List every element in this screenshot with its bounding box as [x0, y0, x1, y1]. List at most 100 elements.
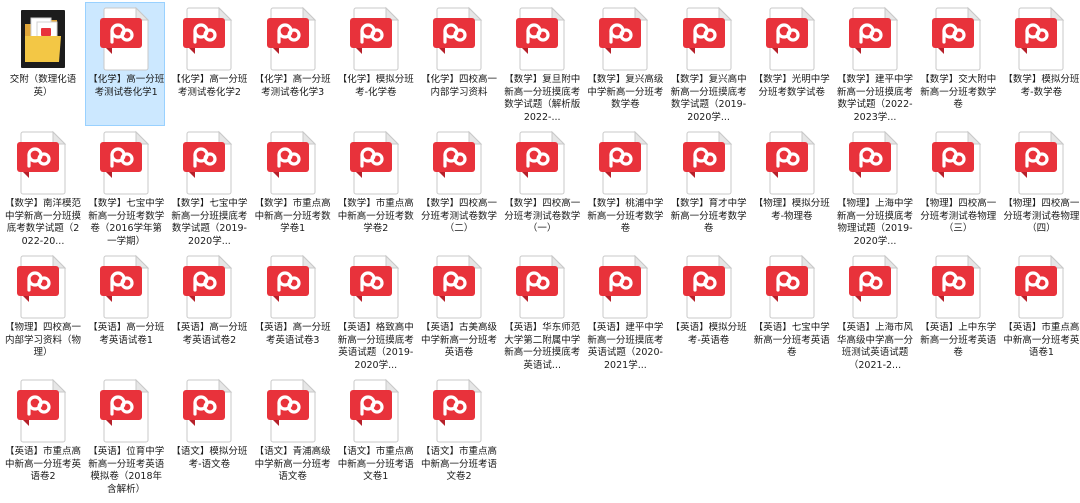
file-item[interactable]: 【数学】复兴高级中学新高一分班考数学卷	[584, 2, 664, 126]
file-item[interactable]: 【物理】模拟分班考-物理卷	[751, 126, 831, 250]
folder-item[interactable]: 交附（数理化语英）	[2, 2, 82, 126]
file-item[interactable]: 【英语】建平中学新高一分班摸底考英语试题（2020-2021学...	[584, 250, 664, 374]
file-item[interactable]: 【英语】华东师范大学第二附属中学新高一分班摸底考英语试...	[501, 250, 581, 374]
file-item[interactable]: 【数学】光明中学分班考数学试卷	[751, 2, 831, 126]
item-label: 【语文】模拟分班考-语文卷	[171, 446, 248, 470]
item-icon	[681, 130, 737, 196]
file-item[interactable]: 【数学】市重点高中新高一分班考数学卷2	[335, 126, 415, 250]
pdf-file-icon	[1015, 254, 1065, 319]
file-item[interactable]: 【数学】复兴高中新高一分班摸底考数学试题（2019-2020学...	[668, 2, 748, 126]
item-label: 交附（数理化语英）	[9, 74, 77, 98]
item-icon	[597, 6, 653, 72]
file-item[interactable]: 【数学】市重点高中新高一分班考数学卷1	[252, 126, 332, 250]
file-item[interactable]: 【英语】高一分班考英语试卷3	[252, 250, 332, 374]
file-item[interactable]: 【数学】南洋模范中学新高一分班摸底考数学试题（2022-20...	[2, 126, 82, 250]
item-icon	[181, 130, 237, 196]
pdf-file-icon	[183, 6, 233, 71]
file-item[interactable]: 【物理】四校高一分班考测试卷物理（三）	[917, 126, 997, 250]
pdf-file-icon	[266, 130, 316, 195]
file-item[interactable]: 【物理】四校高一分班考测试卷物理（四）	[1000, 126, 1080, 250]
item-icon	[15, 254, 71, 320]
pdf-file-icon	[433, 6, 483, 71]
file-item[interactable]: 【英语】上海市风华高级中学高一分班测试英语试题（2021-2...	[834, 250, 914, 374]
file-item[interactable]: 【化学】高一分班考测试卷化学2	[168, 2, 248, 126]
item-icon	[431, 378, 487, 444]
file-item[interactable]: 【英语】格致高中新高一分班摸底考英语试题（2019-2020学...	[335, 250, 415, 374]
item-label: 【英语】七宝中学新高一分班考英语卷	[753, 322, 830, 358]
item-label: 【数学】复兴高中新高一分班摸底考数学试题（2019-2020学...	[670, 74, 747, 123]
file-item[interactable]: 【英语】上中东学新高一分班考英语卷	[917, 250, 997, 374]
pdf-file-icon	[599, 130, 649, 195]
item-icon	[514, 130, 570, 196]
file-item[interactable]: 【物理】四校高一内部学习资料（物理）	[2, 250, 82, 374]
file-item[interactable]: 【英语】古美高级中学新高一分班考英语卷	[418, 250, 498, 374]
file-item[interactable]: 【英语】市重点高中新高一分班考英语卷1	[1000, 250, 1080, 374]
file-item[interactable]: 【数学】七宝中学新高一分班考数学卷（2016学年第一学期）	[85, 126, 165, 250]
file-item[interactable]: 【英语】七宝中学新高一分班考英语卷	[751, 250, 831, 374]
item-icon	[265, 130, 321, 196]
file-item[interactable]: 【数学】建平中学新高一分班摸底考数学试题（2022-2023学...	[834, 2, 914, 126]
file-item[interactable]: 【化学】模拟分班考-化学卷	[335, 2, 415, 126]
file-grid: 交附（数理化语英） 【化学】高一分班考测试卷化学1 【化学】高一分班考测试卷化学…	[0, 0, 1080, 503]
file-item[interactable]: 【数学】育才中学新高一分班考数学卷	[668, 126, 748, 250]
file-item[interactable]: 【数学】七宝中学新高一分班摸底考数学试题（2019-2020学...	[168, 126, 248, 250]
file-item[interactable]: 【英语】高一分班考英语试卷1	[85, 250, 165, 374]
item-label: 【数学】南洋模范中学新高一分班摸底考数学试题（2022-20...	[5, 198, 81, 247]
item-icon	[181, 6, 237, 72]
item-icon	[15, 6, 71, 72]
item-icon	[98, 378, 154, 444]
file-item[interactable]: 【化学】高一分班考测试卷化学1	[85, 2, 166, 126]
file-item[interactable]: 【数学】四校高一分班考测试卷数学（二）	[418, 126, 498, 250]
file-item[interactable]: 【数学】交大附中新高一分班考数学卷	[917, 2, 997, 126]
pdf-file-icon	[932, 254, 982, 319]
pdf-file-icon	[682, 130, 732, 195]
pdf-file-icon	[183, 254, 233, 319]
file-item[interactable]: 【语文】市重点高中新高一分班考语文卷2	[418, 374, 498, 498]
item-icon	[597, 130, 653, 196]
item-icon	[348, 378, 404, 444]
item-label: 【物理】四校高一分班考测试卷物理（三）	[920, 198, 997, 234]
item-label: 【英语】古美高级中学新高一分班考英语卷	[421, 322, 497, 358]
pdf-file-icon	[516, 254, 566, 319]
pdf-file-icon	[349, 378, 400, 443]
file-item[interactable]: 【英语】高一分班考英语试卷2	[168, 250, 248, 374]
file-item[interactable]: 【数学】四校高一分班考测试卷数学（一）	[501, 126, 581, 250]
pdf-file-icon	[1015, 130, 1065, 195]
file-item[interactable]: 【语文】市重点高中新高一分班考语文卷1	[335, 374, 415, 498]
item-icon	[1013, 130, 1069, 196]
item-label: 【语文】市重点高中新高一分班考语文卷1	[337, 446, 414, 482]
file-item[interactable]: 【英语】位育中学新高一分班考英语模拟卷（2018年 含解析）	[85, 374, 165, 498]
item-label: 【数学】育才中学新高一分班考数学卷	[670, 198, 747, 234]
file-item[interactable]: 【化学】四校高一内部学习资料	[418, 2, 498, 126]
file-item[interactable]: 【数学】复旦附中新高一分班摸底考数学试题（解析版2022-...	[501, 2, 581, 126]
pdf-file-icon	[100, 6, 150, 71]
item-icon	[15, 378, 71, 444]
item-icon	[431, 6, 487, 72]
item-label: 【化学】高一分班考测试卷化学2	[171, 74, 248, 98]
item-label: 【数学】复旦附中新高一分班摸底考数学试题（解析版2022-...	[504, 74, 581, 123]
file-item[interactable]: 【物理】上海中学新高一分班摸底考物理试题（2019-2020学...	[834, 126, 914, 250]
file-item[interactable]: 【数学】桃浦中学新高一分班考数学卷	[584, 126, 664, 250]
pdf-file-icon	[1015, 6, 1065, 71]
file-item[interactable]: 【英语】市重点高中新高一分班考英语卷2	[2, 374, 82, 498]
item-icon	[930, 6, 986, 72]
file-item[interactable]: 【数学】模拟分班考-数学卷	[1000, 2, 1080, 126]
item-icon	[681, 254, 737, 320]
file-item[interactable]: 【化学】高一分班考测试卷化学3	[252, 2, 332, 126]
pdf-file-icon	[516, 130, 566, 195]
file-item[interactable]: 【语文】青浦高级中学新高一分班考语文卷	[252, 374, 332, 498]
item-icon	[1013, 6, 1069, 72]
item-icon	[930, 254, 986, 320]
item-label: 【数学】建平中学新高一分班摸底考数学试题（2022-2023学...	[837, 74, 913, 123]
file-item[interactable]: 【语文】模拟分班考-语文卷	[168, 374, 248, 498]
file-item[interactable]: 【英语】模拟分班考-英语卷	[668, 250, 748, 374]
pdf-file-icon	[266, 378, 316, 443]
item-label: 【化学】高一分班考测试卷化学1	[88, 74, 165, 98]
pdf-file-icon	[266, 254, 316, 319]
item-label: 【数学】模拟分班考-数学卷	[1003, 74, 1080, 98]
pdf-file-icon	[266, 6, 316, 71]
item-label: 【数学】七宝中学新高一分班考数学卷（2016学年第一学期）	[88, 198, 165, 247]
item-label: 【英语】上中东学新高一分班考英语卷	[920, 322, 997, 358]
item-icon	[597, 254, 653, 320]
item-icon	[348, 6, 404, 72]
